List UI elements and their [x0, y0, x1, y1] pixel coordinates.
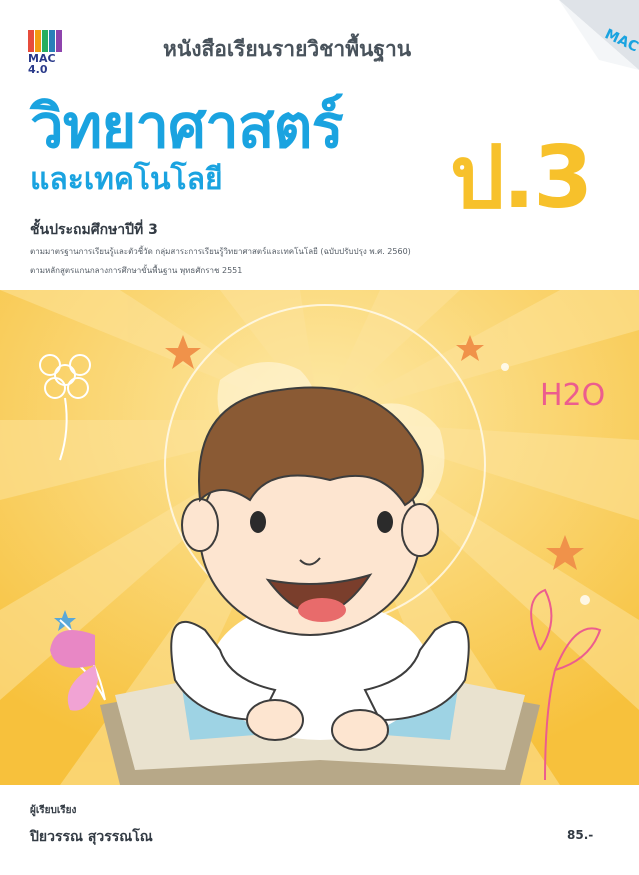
- book-title: วิทยาศาสตร์: [30, 92, 344, 162]
- publisher-logo: MAC 4.0: [28, 30, 68, 75]
- page-curl-logo: MAC: [559, 0, 639, 70]
- price-label: 85.-: [567, 828, 594, 842]
- book-subtitle: และเทคโนโลยี: [30, 162, 223, 197]
- author-label: ผู้เรียบเรียง: [30, 805, 77, 816]
- cover-illustration: H2O: [0, 290, 639, 785]
- series-title: หนังสือเรียนรายวิชาพื้นฐาน: [163, 37, 412, 61]
- grade-label: ป.3: [450, 128, 593, 228]
- standard-line-2: ตามหลักสูตรแกนกลางการศึกษาขั้นพื้นฐาน พุ…: [30, 266, 243, 275]
- h2o-label: H2O: [540, 378, 605, 413]
- logo-bars-icon: [28, 30, 64, 52]
- author-name: ปิยวรรณ สุวรรณโณ: [30, 829, 153, 845]
- standard-line-1: ตามมาตรฐานการเรียนรู้และตัวชี้วัด กลุ่มส…: [30, 247, 411, 256]
- publisher-logo-text: MAC 4.0: [28, 52, 56, 76]
- grade-level: ชั้นประถมศึกษาปีที่ 3: [30, 222, 158, 238]
